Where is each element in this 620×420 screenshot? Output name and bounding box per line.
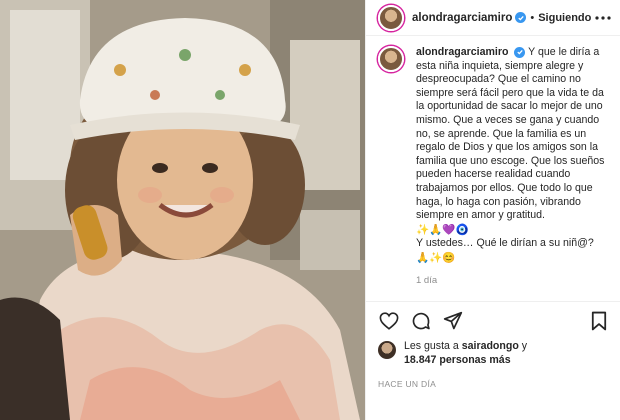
share-icon[interactable]	[442, 310, 464, 332]
likes-middle: y	[518, 340, 528, 352]
post-photo-image	[0, 0, 365, 420]
action-bar	[366, 302, 620, 340]
caption-body: alondragarciamiro Y que le diría a esta …	[416, 46, 608, 301]
post-photo[interactable]	[0, 0, 365, 420]
post-header: alondragarciamiro • Siguiendo	[366, 0, 620, 36]
caption-emoji-line-2: 🙏✨😊	[416, 251, 456, 264]
liker-username[interactable]: sairadongo	[462, 340, 519, 352]
more-options-icon[interactable]	[594, 9, 612, 27]
likes-prefix: Les gusta a	[404, 340, 462, 352]
likes-summary: Les gusta a sairadongo y 18.847 personas…	[366, 340, 620, 367]
likes-text: Les gusta a sairadongo y 18.847 personas…	[404, 340, 527, 367]
author-username[interactable]: alondragarciamiro	[412, 12, 512, 24]
heart-icon[interactable]	[378, 310, 400, 332]
liker-avatar[interactable]	[378, 341, 396, 359]
caption-time[interactable]: 1 día	[416, 274, 608, 288]
caption-area: alondragarciamiro Y que le diría a esta …	[366, 36, 620, 302]
verified-badge-icon	[515, 12, 527, 23]
caption-question: Y ustedes… Qué le dirían a su niñ@?	[416, 237, 594, 250]
posted-ago[interactable]: HACE UN DÍA	[366, 367, 620, 389]
comment-icon[interactable]	[410, 310, 432, 332]
caption-author-avatar[interactable]	[378, 46, 404, 72]
bookmark-icon[interactable]	[588, 310, 610, 332]
author-avatar[interactable]	[378, 4, 404, 31]
caption-text: Y que le diría a esta niña inquieta, sie…	[416, 46, 605, 222]
following-button[interactable]: Siguiendo	[538, 12, 591, 24]
caption-emoji-line-1: ✨🙏💜🧿	[416, 223, 469, 236]
post-sidebar: alondragarciamiro • Siguiendo alondragar…	[365, 0, 620, 420]
caption-username[interactable]: alondragarciamiro	[416, 46, 508, 58]
verified-badge-icon	[514, 46, 526, 58]
likes-count[interactable]: 18.847 personas más	[404, 354, 511, 366]
separator-dot: •	[530, 11, 535, 24]
